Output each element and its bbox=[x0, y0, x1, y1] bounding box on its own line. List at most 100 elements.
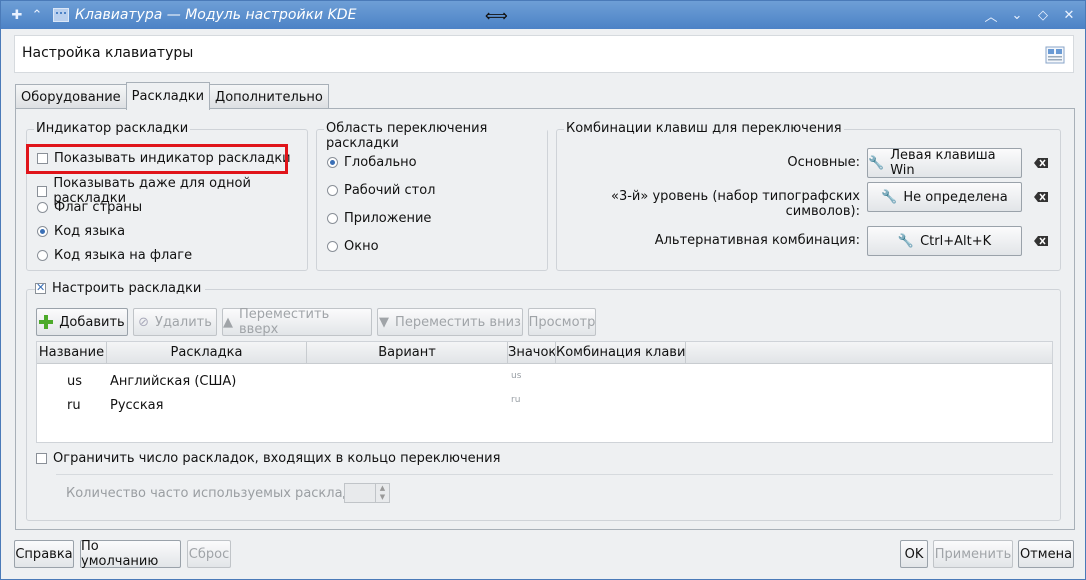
remove-button[interactable]: ⊘ Удалить bbox=[133, 308, 217, 336]
divider bbox=[56, 474, 1053, 475]
move-up-button[interactable]: ▲ Переместить вверх bbox=[222, 307, 372, 337]
desktop-radio[interactable] bbox=[327, 185, 338, 196]
pin-icon[interactable]: ✚ bbox=[7, 5, 27, 25]
window: ✚ ⌃ Клавиатура — Модуль настройки KDE ⟺ … bbox=[0, 0, 1086, 580]
shortcuts-group-title: Комбинации клавиш для переключения bbox=[564, 121, 844, 136]
row-layout: Английская (США) bbox=[110, 374, 237, 389]
raise-icon[interactable]: ︿ bbox=[981, 5, 1001, 25]
move-down-label: Переместить вниз bbox=[395, 314, 521, 330]
third-level-label: «3-й» уровень (набор типографских символ… bbox=[611, 189, 860, 219]
lang-code-label: Код языка bbox=[54, 224, 126, 239]
wrench-icon: 🔧 bbox=[897, 233, 915, 249]
clear-alt-shortcut-icon[interactable] bbox=[1034, 236, 1048, 246]
tab-advanced[interactable]: Дополнительно bbox=[209, 84, 329, 109]
shortcuts-group: Комбинации клавиш для переключения Основ… bbox=[556, 121, 1061, 271]
keyboard-app-icon[interactable] bbox=[53, 8, 69, 22]
limit-layouts-option[interactable]: Ограничить число раскладок, входящих в к… bbox=[36, 451, 500, 466]
defaults-label: По умолчанию bbox=[81, 539, 159, 569]
preview-button[interactable]: Просмотр bbox=[528, 308, 596, 336]
help-button[interactable]: Справка bbox=[14, 540, 74, 568]
column-name[interactable]: Название bbox=[37, 342, 107, 364]
application-option[interactable]: Приложение bbox=[327, 211, 431, 226]
tab-hardware[interactable]: Оборудование bbox=[15, 84, 127, 109]
third-level-button[interactable]: 🔧 Не определена bbox=[867, 182, 1022, 212]
configure-layouts-checkbox[interactable] bbox=[35, 281, 46, 294]
tab-bar: Оборудование Раскладки Дополнительно bbox=[15, 82, 329, 110]
main-shortcut-button[interactable]: 🔧 Левая клавиша Win bbox=[867, 148, 1022, 178]
apply-button[interactable]: Применить bbox=[933, 540, 1013, 568]
move-cursor-icon: ⟺ bbox=[485, 6, 508, 25]
row-icon: us bbox=[511, 371, 522, 381]
global-radio[interactable] bbox=[327, 157, 338, 168]
plus-icon bbox=[39, 315, 54, 329]
wrench-icon: 🔧 bbox=[881, 189, 898, 205]
maximize-icon[interactable]: ◇ bbox=[1033, 5, 1053, 25]
window-label: Окно bbox=[344, 239, 379, 254]
switch-group: Область переключения раскладки Глобально… bbox=[316, 121, 548, 271]
third-level-value: Не определена bbox=[903, 189, 1008, 205]
application-radio[interactable] bbox=[327, 213, 338, 224]
module-header: Настройка клавиатуры bbox=[14, 35, 1074, 73]
alt-shortcut-label: Альтернативная комбинация: bbox=[654, 233, 860, 248]
window-title: Клавиатура — Модуль настройки KDE bbox=[75, 7, 357, 23]
window-radio[interactable] bbox=[327, 241, 338, 252]
limit-layouts-checkbox[interactable] bbox=[36, 453, 47, 464]
page-title: Настройка клавиатуры bbox=[22, 45, 194, 61]
minimize-icon[interactable]: ⌄ bbox=[1007, 5, 1027, 25]
layouts-table[interactable]: Название Раскладка Вариант Значок Комбин… bbox=[36, 341, 1053, 443]
flag-option[interactable]: Флаг страны bbox=[37, 200, 142, 215]
lang-on-flag-label: Код языка на флаге bbox=[54, 248, 193, 263]
show-single-checkbox[interactable] bbox=[37, 185, 48, 197]
limit-layouts-label: Ограничить число раскладок, входящих в к… bbox=[53, 451, 501, 466]
column-layout[interactable]: Раскладка bbox=[107, 342, 307, 364]
spare-layouts-spinbox[interactable]: ▲ ▼ bbox=[344, 483, 390, 503]
wrench-icon: 🔧 bbox=[868, 155, 885, 171]
alt-shortcut-button[interactable]: 🔧 Ctrl+Alt+K bbox=[867, 226, 1022, 256]
clear-main-shortcut-icon[interactable] bbox=[1034, 158, 1048, 168]
global-option[interactable]: Глобально bbox=[327, 155, 417, 170]
remove-label: Удалить bbox=[155, 314, 212, 330]
cancel-label: Отмена bbox=[1019, 546, 1073, 562]
cancel-button[interactable]: Отмена bbox=[1018, 540, 1074, 568]
move-up-label: Переместить вверх bbox=[239, 307, 330, 337]
desktop-option[interactable]: Рабочий стол bbox=[327, 183, 435, 198]
add-button[interactable]: Добавить bbox=[36, 308, 128, 336]
desktop-label: Рабочий стол bbox=[344, 183, 436, 198]
flag-radio[interactable] bbox=[37, 202, 48, 213]
arrow-up-icon: ▲ bbox=[223, 314, 233, 330]
lang-code-radio[interactable] bbox=[37, 226, 48, 237]
configure-layouts-option[interactable]: Настроить раскладки bbox=[35, 281, 206, 296]
window-option[interactable]: Окно bbox=[327, 239, 379, 254]
switch-group-title: Область переключения раскладки bbox=[324, 121, 547, 151]
main-shortcut-label: Основные: bbox=[787, 155, 860, 170]
reset-label: Сброс bbox=[188, 546, 230, 562]
application-label: Приложение bbox=[344, 211, 432, 226]
help-label: Справка bbox=[15, 546, 73, 562]
apply-label: Применить bbox=[934, 546, 1012, 562]
shade-icon[interactable]: ⌃ bbox=[27, 5, 47, 25]
column-shortcut[interactable]: Комбинация клавиш bbox=[556, 342, 686, 364]
global-label: Глобально bbox=[344, 155, 417, 170]
row-name: ru bbox=[67, 398, 81, 413]
column-variant[interactable]: Вариант bbox=[307, 342, 508, 364]
lang-on-flag-option[interactable]: Код языка на флаге bbox=[37, 248, 192, 263]
indicator-group-title: Индикатор раскладки bbox=[34, 121, 191, 136]
main-shortcut-value: Левая клавиша Win bbox=[890, 148, 996, 178]
defaults-button[interactable]: По умолчанию bbox=[80, 539, 181, 569]
spare-layouts-label: Количество часто используемых раскладок: bbox=[66, 486, 372, 501]
move-down-button[interactable]: ▼ Переместить вниз bbox=[377, 308, 523, 336]
title-bar[interactable]: ✚ ⌃ Клавиатура — Модуль настройки KDE ⟺ … bbox=[1, 1, 1085, 29]
ok-button[interactable]: OK bbox=[900, 540, 928, 568]
module-doc-icon bbox=[1045, 46, 1065, 64]
reset-button[interactable]: Сброс bbox=[187, 540, 231, 568]
row-name: us bbox=[67, 374, 83, 389]
spin-arrows-icon[interactable]: ▲ ▼ bbox=[375, 484, 389, 502]
lang-on-flag-radio[interactable] bbox=[37, 250, 48, 261]
close-icon[interactable]: ✕ bbox=[1059, 5, 1079, 25]
add-label: Добавить bbox=[59, 314, 125, 330]
row-icon: ru bbox=[511, 395, 521, 405]
column-icon[interactable]: Значок bbox=[508, 342, 556, 364]
clear-third-level-icon[interactable] bbox=[1034, 192, 1048, 202]
tab-layouts[interactable]: Раскладки bbox=[125, 82, 211, 110]
lang-code-option[interactable]: Код языка bbox=[37, 224, 125, 239]
